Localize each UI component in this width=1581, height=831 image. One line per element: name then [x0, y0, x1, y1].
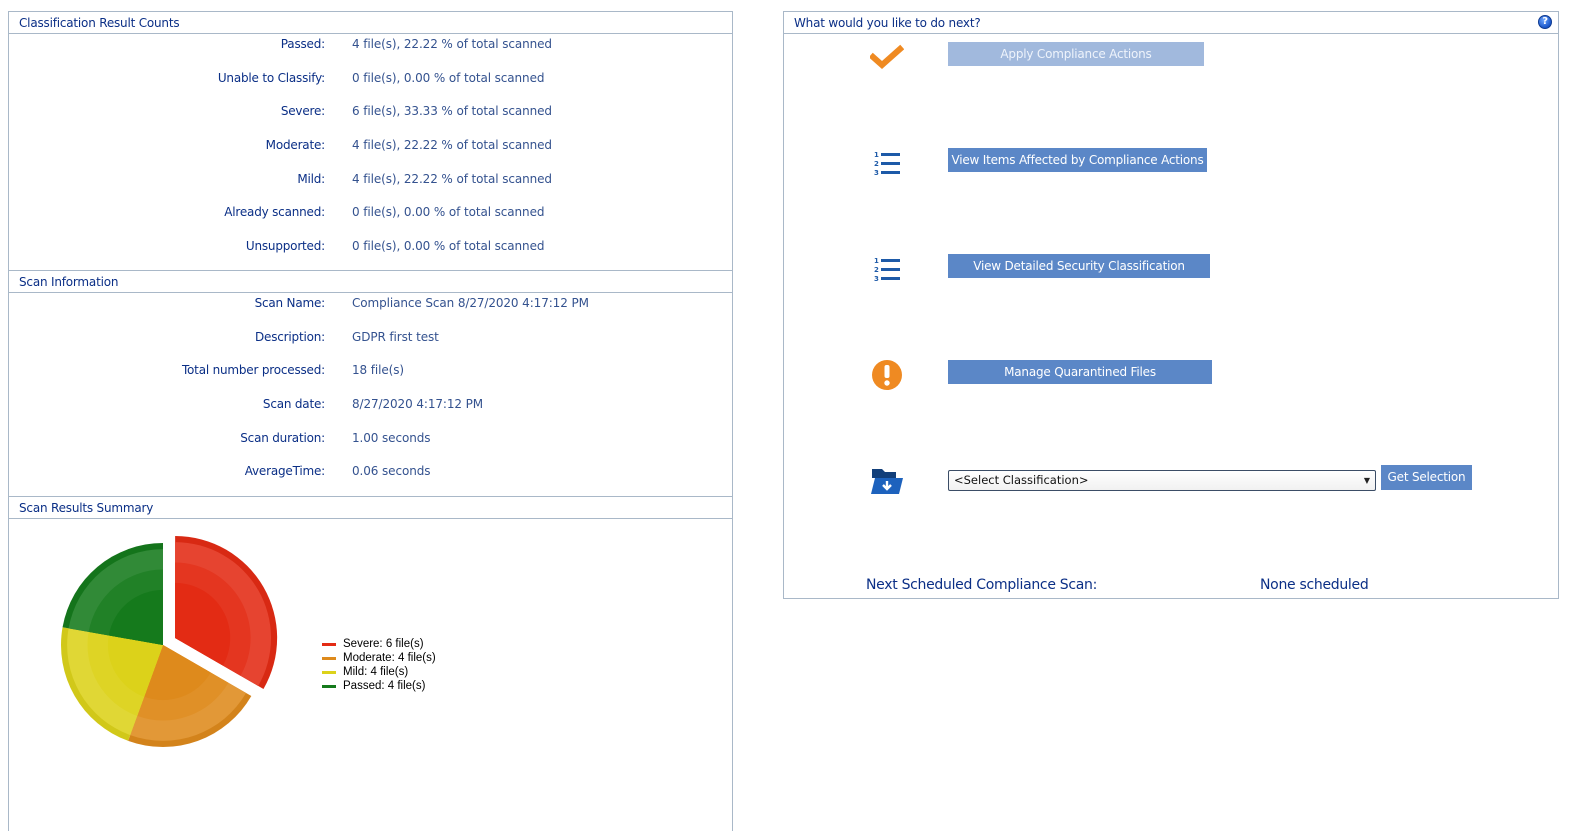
legend-label: Mild: 4 file(s): [343, 666, 409, 678]
row-value: GDPR first test: [352, 329, 439, 344]
row-label: Unsupported:: [245, 239, 325, 254]
row-value: 0 file(s), 0.00 % of total scanned: [352, 70, 545, 85]
info-row-description: Description: GDPR first test: [9, 327, 732, 361]
right-panel: What would you like to do next? ? Apply …: [783, 11, 1559, 599]
info-row-scan-date: Scan date: 8/27/2020 4:17:12 PM: [9, 394, 732, 428]
svg-text:1: 1: [874, 257, 879, 265]
row-value: 0 file(s), 0.00 % of total scanned: [352, 205, 545, 220]
view-detailed-analysis-button[interactable]: View Detailed Security Classification An…: [948, 254, 1210, 297]
row-label: Moderate:: [265, 138, 326, 153]
classification-counts-list: Passed: 4 file(s), 22.22 % of total scan…: [9, 34, 732, 270]
select-value: <Select Classification>: [954, 473, 1089, 487]
row-label: Scan Name:: [254, 296, 326, 310]
legend-item-mild: Mild: 4 file(s): [322, 665, 436, 679]
info-row-average-time: AverageTime: 0.06 seconds: [9, 461, 732, 495]
row-label: Passed:: [280, 37, 325, 51]
info-row-total-processed: Total number processed: 18 file(s): [9, 360, 732, 394]
manage-quarantined-files-button[interactable]: Manage Quarantined Files: [948, 360, 1212, 384]
scan-information-header: Scan Information: [9, 271, 732, 293]
legend-label: Passed: 4 file(s): [343, 680, 426, 692]
row-value: 4 file(s), 22.22 % of total scanned: [352, 171, 552, 186]
legend-swatch: [322, 670, 336, 674]
row-label: Unable to Classify:: [217, 70, 325, 85]
next-scheduled-scan-value: None scheduled: [1260, 577, 1369, 593]
count-row-unsupported: Unsupported: 0 file(s), 0.00 % of total …: [9, 236, 732, 270]
row-value: 4 file(s), 22.22 % of total scanned: [352, 138, 552, 153]
row-value: 1.00 seconds: [352, 430, 431, 445]
count-row-moderate: Moderate: 4 file(s), 22.22 % of total sc…: [9, 135, 732, 169]
svg-text:1: 1: [874, 151, 879, 159]
row-label: Description:: [255, 329, 325, 344]
row-value: 0 file(s), 0.00 % of total scanned: [352, 239, 545, 254]
next-scheduled-scan-label: Next Scheduled Compliance Scan:: [866, 577, 1098, 593]
exclamation-icon: [872, 360, 902, 390]
count-row-passed: Passed: 4 file(s), 22.22 % of total scan…: [9, 34, 732, 68]
row-label: Already scanned:: [224, 205, 325, 220]
row-label: Total number processed:: [181, 363, 325, 378]
help-icon[interactable]: ?: [1538, 15, 1552, 29]
folder-download-icon: [871, 469, 903, 494]
next-actions-header: What would you like to do next? ?: [784, 12, 1558, 34]
svg-text:3: 3: [874, 275, 879, 283]
row-label: Mild:: [297, 171, 325, 186]
chart-legend: Severe: 6 file(s) Moderate: 4 file(s) Mi…: [322, 637, 436, 693]
legend-item-passed: Passed: 4 file(s): [322, 679, 436, 693]
classification-select[interactable]: <Select Classification> ▼: [948, 470, 1376, 491]
row-value: 8/27/2020 4:17:12 PM: [352, 397, 484, 412]
left-panel: Classification Result Counts Passed: 4 f…: [8, 11, 733, 831]
legend-item-moderate: Moderate: 4 file(s): [322, 651, 436, 665]
count-row-mild: Mild: 4 file(s), 22.22 % of total scanne…: [9, 169, 732, 203]
legend-swatch: [322, 656, 336, 660]
row-label: AverageTime:: [244, 464, 325, 479]
legend-swatch: [322, 642, 336, 646]
classification-counts-header: Classification Result Counts: [9, 12, 732, 34]
scan-results-summary-header: Scan Results Summary: [9, 497, 732, 519]
get-selection-button[interactable]: Get Selection: [1381, 465, 1472, 490]
pie-chart: [60, 536, 278, 747]
numbered-list-icon: 1 2 3: [874, 257, 900, 283]
info-row-scan-name: Scan Name: Compliance Scan 8/27/2020 4:1…: [9, 293, 732, 327]
row-value: 4 file(s), 22.22 % of total scanned: [352, 37, 552, 51]
dropdown-arrow-icon: ▼: [1363, 476, 1370, 485]
info-row-scan-duration: Scan duration: 1.00 seconds: [9, 428, 732, 462]
svg-text:2: 2: [874, 266, 879, 274]
row-label: Scan date:: [262, 397, 325, 412]
row-value: 18 file(s): [352, 363, 404, 378]
count-row-unable-to-classify: Unable to Classify: 0 file(s), 0.00 % of…: [9, 68, 732, 102]
scan-information-list: Scan Name: Compliance Scan 8/27/2020 4:1…: [9, 293, 732, 496]
row-value: 6 file(s), 33.33 % of total scanned: [352, 104, 552, 119]
apply-compliance-actions-button[interactable]: Apply Compliance Actions: [948, 42, 1204, 66]
count-row-severe: Severe: 6 file(s), 33.33 % of total scan…: [9, 101, 732, 135]
next-actions-title: What would you like to do next?: [794, 16, 981, 30]
legend-item-severe: Severe: 6 file(s): [322, 637, 436, 651]
legend-label: Moderate: 4 file(s): [343, 652, 436, 664]
svg-text:3: 3: [874, 169, 879, 177]
row-value: Compliance Scan 8/27/2020 4:17:12 PM: [352, 296, 589, 310]
scan-results-chart: Severe: 6 file(s) Moderate: 4 file(s) Mi…: [9, 519, 732, 819]
row-label: Severe:: [280, 104, 325, 119]
row-label: Scan duration:: [240, 430, 325, 445]
view-items-affected-button[interactable]: View Items Affected by Compliance Action…: [948, 148, 1207, 172]
count-row-already-scanned: Already scanned: 0 file(s), 0.00 % of to…: [9, 202, 732, 236]
svg-text:2: 2: [874, 160, 879, 168]
numbered-list-icon: 1 2 3: [874, 151, 900, 177]
pie-slice-passed: [62, 543, 164, 645]
checkmark-icon: [870, 44, 904, 70]
legend-swatch: [322, 684, 336, 688]
row-value: 0.06 seconds: [352, 464, 431, 479]
legend-label: Severe: 6 file(s): [343, 638, 424, 650]
